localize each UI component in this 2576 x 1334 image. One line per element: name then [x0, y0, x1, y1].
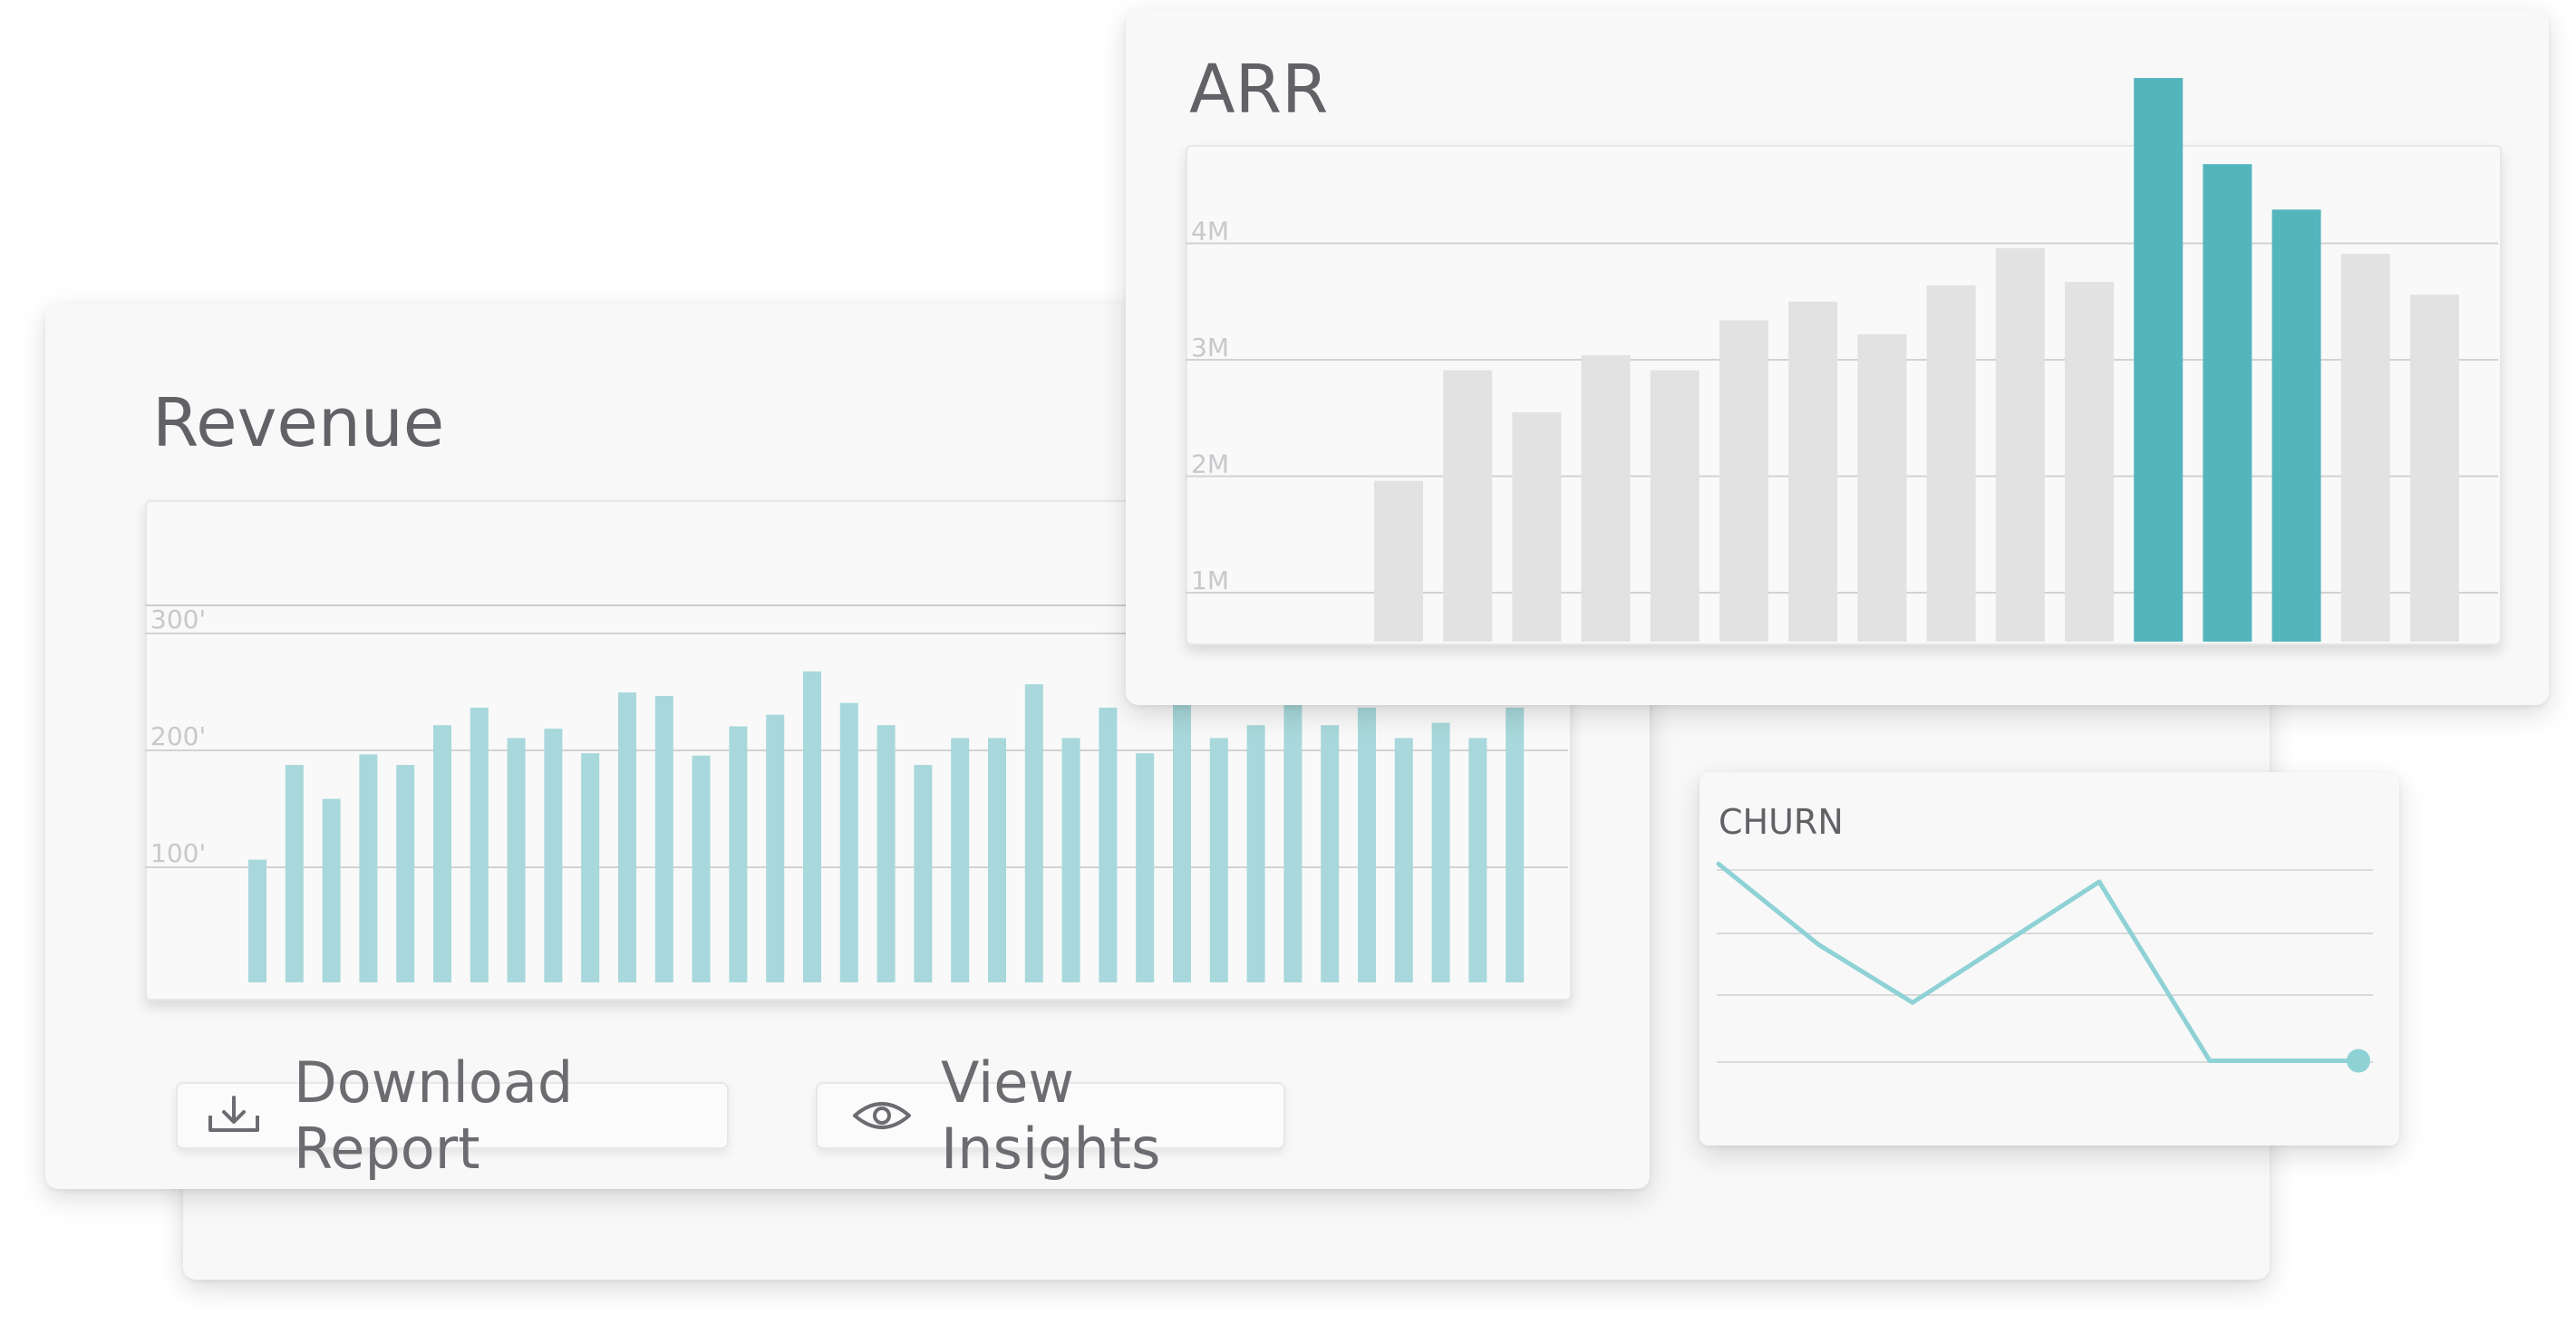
churn-chart: [1716, 861, 2373, 1073]
churn-end-point: [2347, 1049, 2370, 1073]
churn-line: [1716, 861, 2361, 1063]
